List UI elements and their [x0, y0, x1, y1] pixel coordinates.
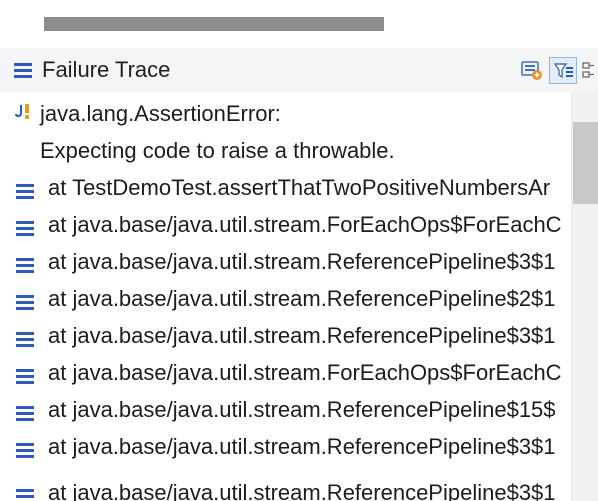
filter-stack-trace-button[interactable] — [549, 57, 577, 84]
panel-title: Failure Trace — [42, 57, 171, 82]
stack-frame-icon — [16, 405, 34, 426]
trace-row-text: at java.base/java.util.stream.ReferenceP… — [48, 434, 556, 459]
stack-frame-icon — [16, 183, 34, 204]
trace-row-text: at java.base/java.util.stream.ForEachOps… — [48, 360, 562, 385]
progress-bar-fill — [44, 17, 384, 31]
stack-frame-icon — [16, 331, 34, 352]
trace-row-text: at TestDemoTest.assertThatTwoPositiveNum… — [48, 175, 551, 200]
more-actions-icon[interactable] — [582, 61, 598, 86]
trace-row-message[interactable]: Expecting code to raise a throwable. — [0, 134, 570, 168]
junit-failure-icon — [14, 103, 34, 128]
list-icon — [14, 62, 32, 83]
filter-stack-trace-icon — [554, 63, 573, 79]
progress-bar — [44, 17, 384, 31]
trace-row-frame[interactable]: at java.base/java.util.stream.ReferenceP… — [0, 245, 570, 279]
trace-row-text: java.lang.AssertionError: — [40, 101, 281, 126]
vertical-scrollbar[interactable] — [571, 92, 598, 501]
stack-frame-icon — [16, 488, 34, 501]
stack-frame-icon — [16, 294, 34, 315]
trace-row-frame[interactable]: at TestDemoTest.assertThatTwoPositiveNum… — [0, 171, 570, 205]
trace-row-text: Expecting code to raise a throwable. — [40, 138, 395, 163]
trace-row-frame[interactable]: at java.base/java.util.stream.ReferenceP… — [0, 393, 570, 427]
trace-row-frame[interactable]: at java.base/java.util.stream.ReferenceP… — [0, 476, 570, 501]
trace-row-text: at java.base/java.util.stream.ReferenceP… — [48, 480, 556, 501]
failure-trace-list[interactable]: java.lang.AssertionError: Expecting code… — [0, 92, 570, 501]
trace-row-frame[interactable]: at java.base/java.util.stream.ForEachOps… — [0, 208, 570, 242]
trace-row-frame[interactable]: at java.base/java.util.stream.ReferenceP… — [0, 282, 570, 316]
trace-row-text: at java.base/java.util.stream.ReferenceP… — [48, 397, 556, 422]
stack-frame-icon — [16, 368, 34, 389]
trace-row-frame[interactable]: at java.base/java.util.stream.ReferenceP… — [0, 430, 570, 464]
trace-row-text: at java.base/java.util.stream.ReferenceP… — [48, 286, 556, 311]
trace-row-frame[interactable]: at java.base/java.util.stream.ReferenceP… — [0, 319, 570, 353]
trace-row-exception[interactable]: java.lang.AssertionError: — [0, 97, 570, 131]
trace-row-text: at java.base/java.util.stream.ReferenceP… — [48, 323, 556, 348]
stack-frame-icon — [16, 257, 34, 278]
trace-row-frame[interactable]: at java.base/java.util.stream.ForEachOps… — [0, 356, 570, 390]
trace-row-text: at java.base/java.util.stream.ReferenceP… — [48, 249, 556, 274]
stack-frame-icon — [16, 442, 34, 463]
failure-trace-header: Failure Trace — [0, 48, 598, 92]
scrollbar-thumb[interactable] — [573, 122, 598, 204]
trace-row-text: at java.base/java.util.stream.ForEachOps… — [48, 212, 562, 237]
compare-results-icon[interactable] — [521, 61, 543, 86]
stack-frame-icon — [16, 220, 34, 241]
